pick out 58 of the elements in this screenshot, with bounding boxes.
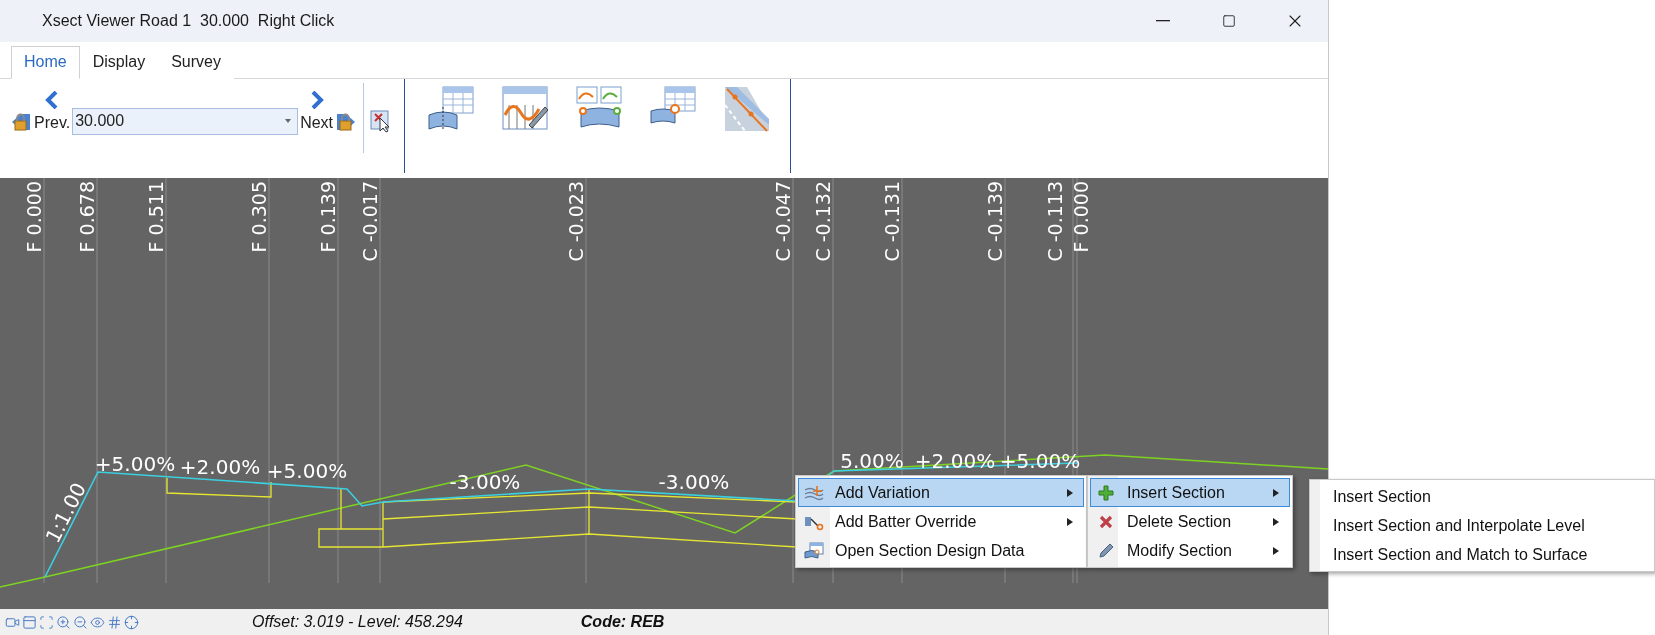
menu-item[interactable]: Insert Section and Interpolate Level <box>1312 511 1652 540</box>
zoom-in-icon[interactable] <box>55 614 72 630</box>
grade-label: 5.00% <box>840 449 904 474</box>
offset-label: F 0.305 <box>248 181 270 253</box>
window-icon[interactable] <box>21 614 38 630</box>
previous-button[interactable]: Prev. <box>8 78 73 133</box>
menu-item[interactable]: Add Variation <box>798 478 1084 507</box>
slope-plane-icon <box>723 84 772 133</box>
offset-label: C -0.023 <box>565 181 587 262</box>
grade-label: -3.00% <box>449 470 521 495</box>
menu-item[interactable]: Modify Section <box>1090 536 1290 565</box>
window-title: Xsect Viewer Road 1 30.000 Right Click <box>42 12 336 30</box>
chevron-left-icon <box>45 90 60 109</box>
grade-label: +2.00% <box>179 455 261 480</box>
profile-edit-icon <box>501 84 550 133</box>
delete-icon <box>1098 513 1114 530</box>
eye-icon[interactable] <box>89 614 106 630</box>
offset-label: C -0.113 <box>1044 181 1066 262</box>
zoom-extents-icon[interactable] <box>38 614 55 630</box>
pencil-icon <box>1098 542 1114 559</box>
menu-item[interactable]: Insert Section <box>1312 482 1652 511</box>
offset-label: F 0.000 <box>23 181 45 253</box>
menu-item[interactable]: Delete Section <box>1090 507 1290 536</box>
offset-label: F 0.000 <box>1070 181 1092 253</box>
maximize-icon <box>1222 14 1236 28</box>
ribbon-tab[interactable]: Home <box>11 45 80 79</box>
zoom-out-icon[interactable] <box>72 614 89 630</box>
code-readout: Code: REB <box>580 613 665 632</box>
dropdown-caret-icon <box>285 119 292 124</box>
menu-item[interactable]: Insert Section and Match to Surface <box>1312 540 1652 569</box>
grid-icon[interactable] <box>106 614 123 630</box>
grade-label: +5.00% <box>94 452 176 477</box>
offset-label: C -0.047 <box>772 181 794 262</box>
menu-item[interactable]: Add Batter Override <box>798 507 1084 536</box>
chainage-dropdown[interactable]: 30.000 <box>72 107 299 135</box>
next-button[interactable]: Next <box>298 78 360 133</box>
toolbar-button[interactable] <box>501 84 550 133</box>
offset-label: F 0.511 <box>145 181 167 253</box>
offset-label: C -0.139 <box>984 181 1006 262</box>
chevron-right-icon <box>309 90 324 109</box>
offset-label: C -0.017 <box>359 181 381 262</box>
offset-label: C -0.132 <box>812 181 834 262</box>
position-readout: Offset: 3.019 - Level: 458.294 <box>252 613 463 632</box>
section-table-icon <box>427 84 476 133</box>
grade-label: +5.00% <box>266 459 348 484</box>
minimize-icon <box>1156 20 1170 22</box>
toolbar-button[interactable] <box>427 84 476 133</box>
offset-label: C -0.131 <box>881 181 903 262</box>
crosshair-icon[interactable] <box>123 614 140 630</box>
offset-label: F 0.678 <box>76 181 98 253</box>
toolbar-button[interactable] <box>723 84 772 133</box>
menu-item[interactable]: Insert Section <box>1090 478 1290 507</box>
variation-icon <box>804 483 824 502</box>
plus-icon <box>1098 484 1114 501</box>
design-data-icon <box>804 541 824 560</box>
grade-label: -3.00% <box>658 470 730 495</box>
menu-item[interactable]: Open Section Design Data <box>798 536 1084 565</box>
offset-label: F 0.139 <box>317 181 339 253</box>
